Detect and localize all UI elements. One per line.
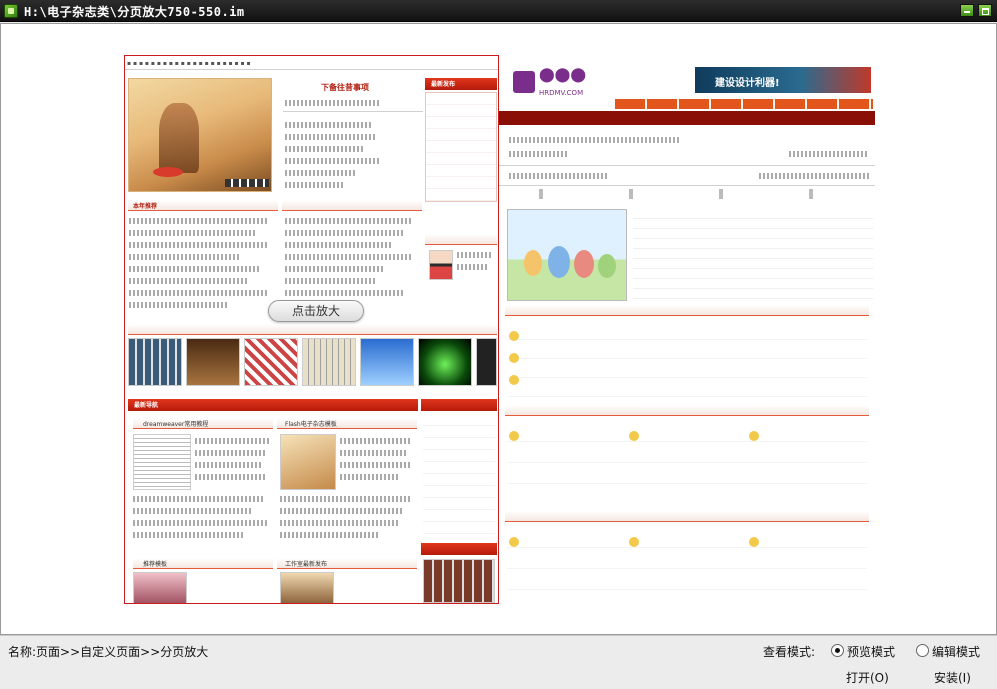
left-page-preview[interactable]: ▪ ▪ ▪ ▪ ▪ ▪ ▪ ▪ ▪ ▪ ▪ ▪ ▪ ▪ ▪ ▪ ▪ ▪ ▪ ▪ … (124, 55, 499, 604)
forum-section-1 (507, 321, 867, 397)
page-path-label: 名称:页面>>自定义页面>>分页放大 (8, 645, 209, 659)
app-icon (4, 4, 18, 18)
zoom-button[interactable]: 点击放大 (268, 300, 364, 322)
top-news-strip: ▪ ▪ ▪ ▪ ▪ ▪ ▪ ▪ ▪ ▪ ▪ ▪ ▪ ▪ ▪ ▪ ▪ ▪ ▪ ▪ … (127, 60, 251, 67)
edit-mode-radio[interactable] (916, 644, 929, 657)
rank-box-title: 最新发布 (431, 81, 456, 88)
site-logo: ⬤⬤⬤ HRDMV.COM (513, 65, 593, 99)
install-button[interactable]: 安装(I) (934, 669, 971, 686)
forum-section-3 (507, 527, 867, 603)
status-bar: 名称:页面>>自定义页面>>分页放大 查看模式: 预览模式 编辑模式 打开(O)… (0, 635, 997, 689)
featured-image[interactable] (128, 78, 272, 192)
top-banner[interactable]: 建设设计利器! (695, 67, 871, 93)
open-button[interactable]: 打开(O) (846, 669, 889, 686)
section-title-new: 最新导航 (134, 402, 159, 409)
stats-list (423, 414, 495, 538)
main-nav[interactable] (615, 99, 873, 109)
subsection-templates: 推荐模板 (143, 561, 168, 568)
edit-mode-label[interactable]: 编辑模式 (932, 643, 980, 660)
avatar (429, 250, 453, 280)
minimize-button[interactable] (960, 4, 974, 17)
preview-mode-label[interactable]: 预览模式 (847, 643, 895, 660)
section-title-recommend: 本年推荐 (133, 203, 158, 210)
view-mode-label: 查看模式: (763, 645, 816, 659)
subsection-studio: 工作室最新发布 (285, 561, 328, 568)
window-title: H:\电子杂志类\分页放大750-550.im (24, 5, 245, 19)
forum-section-2 (507, 421, 867, 501)
ranking-list (425, 92, 497, 202)
forum-banner-image[interactable] (507, 209, 627, 301)
app-window: H:\电子杂志类\分页放大750-550.im ▪ ▪ ▪ ▪ ▪ ▪ ▪ ▪ … (0, 0, 997, 689)
section-title-events: 下备往昔事项 (321, 83, 369, 92)
maximize-button[interactable] (978, 4, 992, 17)
preview-pane: ▪ ▪ ▪ ▪ ▪ ▪ ▪ ▪ ▪ ▪ ▪ ▪ ▪ ▪ ▪ ▪ ▪ ▪ ▪ ▪ … (0, 23, 997, 635)
gallery-strip[interactable] (128, 338, 497, 392)
right-page-preview[interactable]: ⬤⬤⬤ HRDMV.COM 建设设计利器! (499, 55, 875, 604)
subsection-flash: Flash电子杂志模板 (285, 421, 337, 428)
preview-mode-radio[interactable] (831, 644, 844, 657)
forum-news-list (633, 209, 873, 301)
subsection-dreamweaver: dreamweaver常用教程 (143, 421, 209, 428)
title-bar[interactable]: H:\电子杂志类\分页放大750-550.im (0, 0, 997, 22)
